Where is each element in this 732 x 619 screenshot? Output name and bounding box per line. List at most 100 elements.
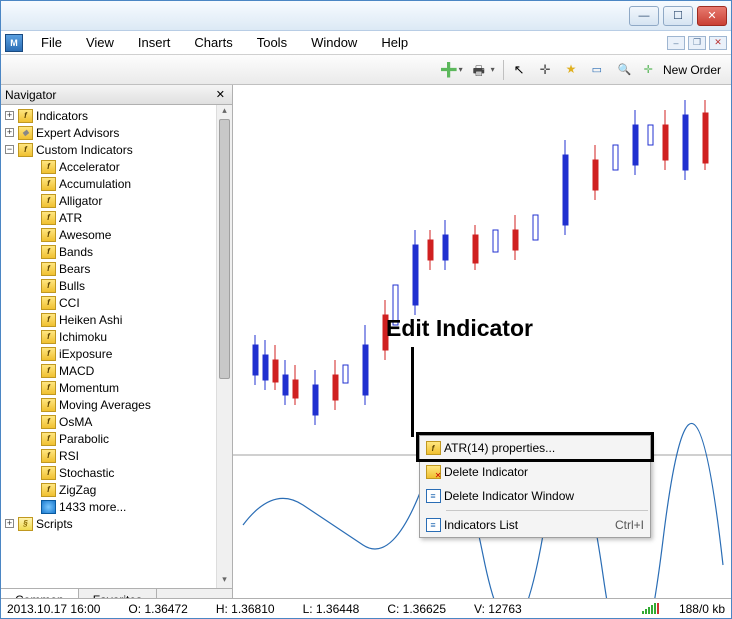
menu-insert[interactable]: Insert (126, 31, 183, 55)
minimize-button[interactable]: — (629, 6, 659, 26)
indicator-icon (41, 381, 56, 395)
indicator-icon (41, 194, 56, 208)
expand-icon[interactable]: + (5, 111, 14, 120)
menu-help[interactable]: Help (369, 31, 420, 55)
new-order-label: New Order (663, 63, 721, 77)
cursor-icon (514, 62, 530, 78)
tree-item-osma[interactable]: OsMA (1, 413, 232, 430)
ctx-delete-indicator[interactable]: Delete Indicator (420, 460, 650, 484)
print-icon (473, 62, 489, 78)
tree-item-moving-averages[interactable]: Moving Averages (1, 396, 232, 413)
tree-item-parabolic[interactable]: Parabolic (1, 430, 232, 447)
new-order-button[interactable]: New Order (640, 59, 725, 81)
navigator-panel: Navigator ✕ +Indicators + Expert Advisors… (1, 85, 233, 610)
navigator-header: Navigator ✕ (1, 85, 232, 105)
navigator-tree[interactable]: +Indicators + Expert Advisors −Custom Ind… (1, 105, 232, 588)
window-button[interactable] (588, 59, 612, 81)
script-icon (18, 517, 33, 531)
close-button[interactable]: ✕ (697, 6, 727, 26)
delete-icon (426, 465, 441, 479)
tree-item-accumulation[interactable]: Accumulation (1, 175, 232, 192)
tree-item-bears[interactable]: Bears (1, 260, 232, 277)
tree-item-atr[interactable]: ATR (1, 209, 232, 226)
tree-item-awesome[interactable]: Awesome (1, 226, 232, 243)
indicator-icon (41, 160, 56, 174)
plus-icon (441, 62, 457, 78)
tree-item-stochastic[interactable]: Stochastic (1, 464, 232, 481)
menu-window[interactable]: Window (299, 31, 369, 55)
tree-item-indicators[interactable]: +Indicators (1, 107, 232, 124)
collapse-icon[interactable]: − (5, 145, 14, 154)
scroll-up-icon[interactable]: ▴ (217, 105, 232, 119)
indicator-icon (41, 211, 56, 225)
app-icon: M (5, 34, 23, 52)
indicator-icon (41, 415, 56, 429)
tree-label: Ichimoku (59, 330, 107, 344)
tree-label: Expert Advisors (36, 126, 119, 140)
menu-charts[interactable]: Charts (182, 31, 244, 55)
tree-item-cci[interactable]: CCI (1, 294, 232, 311)
scroll-thumb[interactable] (219, 119, 230, 379)
status-low: L: 1.36448 (303, 602, 360, 616)
tree-label: ZigZag (59, 483, 96, 497)
order-icon (644, 62, 660, 78)
status-open: O: 1.36472 (128, 602, 187, 616)
crosshair-button[interactable] (536, 59, 560, 81)
list-icon (426, 518, 441, 532)
menu-view[interactable]: View (74, 31, 126, 55)
child-close-button[interactable]: ✕ (709, 36, 727, 50)
tree-item-custom-indicators[interactable]: −Custom Indicators (1, 141, 232, 158)
ctx-delete-label: Delete Indicator (444, 465, 644, 479)
tree-label: Stochastic (59, 466, 114, 480)
navigator-scrollbar[interactable]: ▴ ▾ (216, 105, 232, 588)
indicator-icon (41, 279, 56, 293)
tree-item-ichimoku[interactable]: Ichimoku (1, 328, 232, 345)
menu-tools[interactable]: Tools (245, 31, 299, 55)
tree-item-accelerator[interactable]: Accelerator (1, 158, 232, 175)
ctx-delete-window[interactable]: Delete Indicator Window (420, 484, 650, 508)
ctx-list-shortcut: Ctrl+I (615, 518, 644, 532)
tree-item-heiken-ashi[interactable]: Heiken Ashi (1, 311, 232, 328)
navigator-title: Navigator (5, 88, 56, 102)
expand-icon[interactable]: + (5, 128, 14, 137)
tree-item-iexposure[interactable]: iExposure (1, 345, 232, 362)
tree-item-rsi[interactable]: RSI (1, 447, 232, 464)
menu-file[interactable]: File (29, 31, 74, 55)
navigator-close-button[interactable]: ✕ (213, 88, 228, 101)
cursor-button[interactable] (510, 59, 534, 81)
tree-item-momentum[interactable]: Momentum (1, 379, 232, 396)
add-chart-button[interactable] (437, 59, 467, 81)
tree-label: RSI (59, 449, 79, 463)
indicator-icon (41, 432, 56, 446)
connection-bars-icon (642, 603, 659, 614)
print-button[interactable] (469, 59, 499, 81)
globe-icon (41, 500, 56, 514)
tree-label: Heiken Ashi (59, 313, 122, 327)
indicator-icon (41, 483, 56, 497)
ctx-indicators-list[interactable]: Indicators List Ctrl+I (420, 513, 650, 537)
child-minimize-button[interactable]: – (667, 36, 685, 50)
indicator-icon (41, 177, 56, 191)
tree-label: MACD (59, 364, 94, 378)
toolbar-separator (503, 60, 504, 80)
indicator-icon (41, 449, 56, 463)
folder-icon (18, 143, 33, 157)
tree-item-expert-advisors[interactable]: + Expert Advisors (1, 124, 232, 141)
tree-item-alligator[interactable]: Alligator (1, 192, 232, 209)
tree-item-zigzag[interactable]: ZigZag (1, 481, 232, 498)
annotation-label: Edit Indicator (386, 315, 533, 342)
search-button[interactable] (614, 59, 638, 81)
scroll-down-icon[interactable]: ▾ (217, 574, 232, 588)
tree-item-bulls[interactable]: Bulls (1, 277, 232, 294)
indicator-icon (41, 466, 56, 480)
expand-icon[interactable]: + (5, 519, 14, 528)
tree-item-scripts[interactable]: +Scripts (1, 515, 232, 532)
tree-item-bands[interactable]: Bands (1, 243, 232, 260)
highlight-box (416, 432, 654, 462)
tree-item-more[interactable]: 1433 more... (1, 498, 232, 515)
tree-item-macd[interactable]: MACD (1, 362, 232, 379)
child-restore-button[interactable]: ❐ (688, 36, 706, 50)
maximize-button[interactable]: ☐ (663, 6, 693, 26)
folder-icon (18, 109, 33, 123)
favorites-button[interactable] (562, 59, 586, 81)
